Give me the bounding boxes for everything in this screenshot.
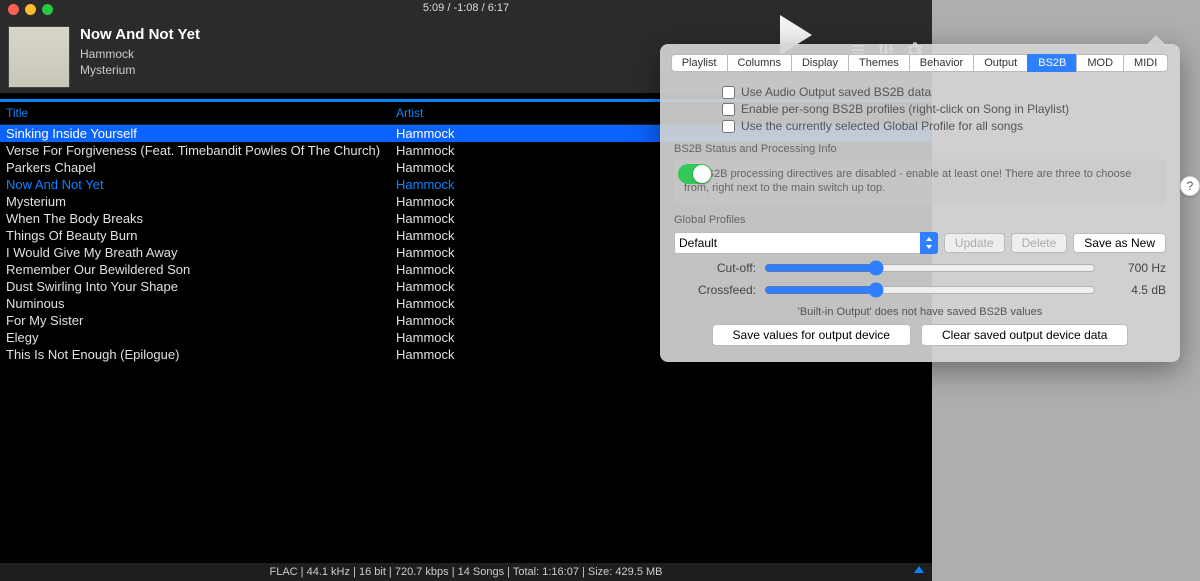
global-all-checkbox[interactable] <box>722 120 735 133</box>
expand-icon[interactable] <box>914 566 924 573</box>
tab-bs2b[interactable]: BS2B <box>1027 54 1077 72</box>
crossfeed-label: Crossfeed: <box>674 283 764 297</box>
delete-button[interactable]: Delete <box>1011 233 1068 253</box>
tab-midi[interactable]: MIDI <box>1123 54 1168 72</box>
global-profiles-label: Global Profiles <box>674 214 1166 226</box>
row-title: I Would Give My Breath Away <box>6 245 396 260</box>
row-title: Sinking Inside Yourself <box>6 126 396 141</box>
row-title: For My Sister <box>6 313 396 328</box>
profile-select[interactable]: Default <box>674 232 938 254</box>
row-title: Verse For Forgiveness (Feat. Timebandit … <box>6 143 396 158</box>
row-title: Numinous <box>6 296 396 311</box>
use-saved-checkbox[interactable] <box>722 86 735 99</box>
save-device-button[interactable]: Save values for output device <box>712 324 911 346</box>
cutoff-label: Cut-off: <box>674 261 764 275</box>
tab-columns[interactable]: Columns <box>727 54 792 72</box>
tab-display[interactable]: Display <box>791 54 849 72</box>
save-as-new-button[interactable]: Save as New <box>1073 233 1166 253</box>
row-title: Dust Swirling Into Your Shape <box>6 279 396 294</box>
tab-themes[interactable]: Themes <box>848 54 910 72</box>
help-button[interactable]: ? <box>1180 176 1200 196</box>
close-window-icon[interactable] <box>8 4 19 15</box>
row-title: This Is Not Enough (Epilogue) <box>6 347 396 362</box>
status-section-label: BS2B Status and Processing Info <box>674 143 1166 155</box>
minimize-window-icon[interactable] <box>25 4 36 15</box>
bs2b-master-toggle[interactable] <box>678 164 712 184</box>
tab-playlist[interactable]: Playlist <box>671 54 728 72</box>
update-button[interactable]: Update <box>944 233 1005 253</box>
cutoff-slider[interactable] <box>764 260 1096 276</box>
column-title[interactable]: Title <box>6 106 396 120</box>
row-title: When The Body Breaks <box>6 211 396 226</box>
row-title: Things Of Beauty Burn <box>6 228 396 243</box>
zoom-window-icon[interactable] <box>42 4 53 15</box>
chevron-updown-icon <box>920 232 938 254</box>
clear-device-button[interactable]: Clear saved output device data <box>921 324 1128 346</box>
status-text: FLAC | 44.1 kHz | 16 bit | 720.7 kbps | … <box>270 566 663 578</box>
row-title: Elegy <box>6 330 396 345</box>
album-art[interactable] <box>8 26 70 88</box>
use-saved-label: Use Audio Output saved BS2B data <box>741 85 931 99</box>
device-note: 'Built-in Output' does not have saved BS… <box>674 306 1166 318</box>
row-title: Remember Our Bewildered Son <box>6 262 396 277</box>
crossfeed-slider[interactable] <box>764 282 1096 298</box>
row-title: Mysterium <box>6 194 396 209</box>
prefs-tabs: PlaylistColumnsDisplayThemesBehaviorOutp… <box>670 54 1170 72</box>
per-song-checkbox[interactable] <box>722 103 735 116</box>
status-info: All BS2B processing directives are disab… <box>674 159 1166 204</box>
tab-behavior[interactable]: Behavior <box>909 54 974 72</box>
tab-mod[interactable]: MOD <box>1076 54 1124 72</box>
cutoff-value: 700 Hz <box>1096 261 1166 275</box>
status-bar: FLAC | 44.1 kHz | 16 bit | 720.7 kbps | … <box>0 563 932 581</box>
per-song-label: Enable per-song BS2B profiles (right-cli… <box>741 102 1069 116</box>
preferences-panel: PlaylistColumnsDisplayThemesBehaviorOutp… <box>660 44 1180 362</box>
row-title: Parkers Chapel <box>6 160 396 175</box>
global-all-label: Use the currently selected Global Profil… <box>741 119 1023 133</box>
tab-output[interactable]: Output <box>973 54 1028 72</box>
row-title: Now And Not Yet <box>6 177 396 192</box>
crossfeed-value: 4.5 dB <box>1096 283 1166 297</box>
